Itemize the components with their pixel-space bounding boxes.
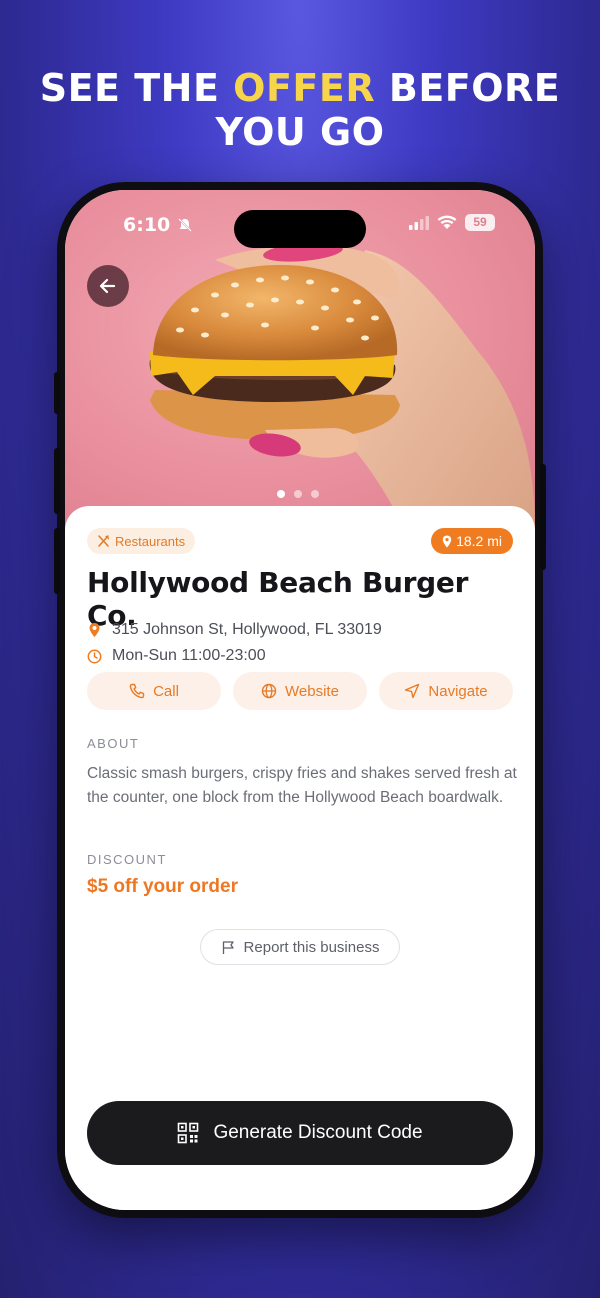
pager-dot-active[interactable]: [277, 490, 285, 498]
navigate-label: Navigate: [428, 682, 488, 700]
call-button[interactable]: Call: [87, 672, 221, 710]
category-chip: Restaurants: [87, 528, 196, 554]
discount-offer: $5 off your order: [87, 876, 238, 897]
status-time-text: 6:10: [123, 214, 171, 236]
hours-row: Mon-Sun 11:00-23:00: [87, 647, 266, 665]
headline-part1: SEE THE: [39, 66, 234, 110]
app-screen: 6:10 59 Restaurants 18.2 mi Hollywood Be…: [65, 190, 535, 1210]
about-heading: ABOUT: [87, 736, 140, 751]
status-time: 6:10: [123, 214, 193, 236]
phone-power-button: [540, 464, 546, 570]
phone-icon: [129, 683, 145, 699]
navigate-button[interactable]: Navigate: [379, 672, 513, 710]
image-pager: [277, 490, 319, 498]
battery-indicator: 59: [465, 214, 495, 231]
map-pin-icon: [89, 623, 100, 637]
phone-volume-up: [54, 448, 60, 514]
hours-text: Mon-Sun 11:00-23:00: [112, 647, 266, 664]
website-button[interactable]: Website: [233, 672, 367, 710]
website-label: Website: [285, 682, 339, 700]
navigation-arrow-icon: [405, 683, 420, 699]
dynamic-island: [234, 210, 366, 248]
status-indicators: 59: [409, 214, 495, 231]
cta-label: Generate Discount Code: [213, 1122, 423, 1143]
promo-headline: SEE THE OFFER BEFORE YOU GO: [0, 66, 600, 154]
back-button[interactable]: [87, 265, 129, 307]
about-description: Classic smash burgers, crispy fries and …: [87, 765, 517, 806]
location-pin-icon: [442, 535, 452, 547]
address-row[interactable]: 315 Johnson St, Hollywood, FL 33019: [87, 621, 382, 639]
wifi-icon: [437, 215, 457, 229]
clock-icon: [87, 649, 102, 663]
globe-icon: [261, 683, 277, 699]
pager-dot[interactable]: [294, 490, 302, 498]
cellular-signal-icon: [409, 215, 429, 230]
phone-volume-down: [54, 528, 60, 594]
headline-line2: YOU GO: [215, 110, 385, 154]
generate-discount-code-button[interactable]: Generate Discount Code: [87, 1101, 513, 1165]
bell-slash-icon: [178, 218, 192, 232]
pager-dot[interactable]: [311, 490, 319, 498]
action-buttons: Call Website Navigate: [87, 672, 513, 710]
call-label: Call: [153, 682, 179, 700]
distance-label: 18.2 mi: [456, 533, 502, 549]
business-detail-sheet: Restaurants 18.2 mi Hollywood Beach Burg…: [65, 506, 535, 1210]
flag-icon: [222, 940, 234, 954]
discount-heading: DISCOUNT: [87, 852, 167, 867]
headline-part2: BEFORE: [375, 66, 561, 110]
distance-badge: 18.2 mi: [431, 528, 513, 554]
phone-silent-switch: [54, 372, 60, 414]
fork-knife-icon: [98, 534, 110, 547]
report-business-button[interactable]: Report this business: [200, 929, 400, 965]
headline-highlight: OFFER: [233, 66, 376, 110]
report-label: Report this business: [243, 938, 380, 956]
arrow-left-icon: [99, 278, 116, 294]
qr-code-icon: [178, 1122, 199, 1144]
category-label: Restaurants: [115, 533, 186, 549]
address-text: 315 Johnson St, Hollywood, FL 33019: [112, 621, 382, 638]
hero-image[interactable]: 6:10 59: [65, 190, 535, 530]
